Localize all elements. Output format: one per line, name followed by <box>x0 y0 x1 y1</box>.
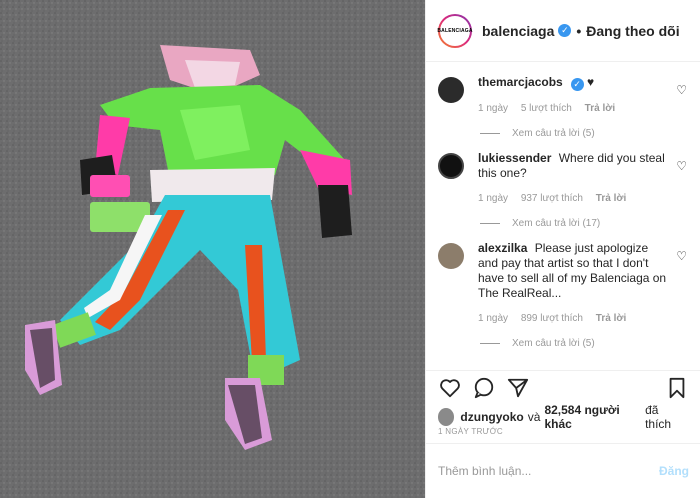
divider-line <box>480 223 500 224</box>
liker-username[interactable]: dzungyoko <box>460 410 523 424</box>
commenter-avatar[interactable] <box>438 153 464 179</box>
post-date[interactable]: 1 NGÀY TRƯỚC <box>438 427 503 436</box>
comment-like-icon[interactable]: ♡ <box>676 249 687 263</box>
divider-line <box>480 343 500 344</box>
reply-button[interactable]: Trả lời <box>596 193 626 204</box>
comment-icon[interactable] <box>472 376 496 400</box>
view-replies-label: Xem câu trả lời (5) <box>512 128 595 139</box>
likes-suffix: đã thích <box>645 403 672 431</box>
bookmark-icon[interactable] <box>665 376 689 400</box>
likes-conjunction: và <box>527 410 541 424</box>
comment-meta: 1 ngày 937 lượt thích Trả lời <box>478 191 667 206</box>
liker-avatar[interactable] <box>438 408 455 426</box>
comment-time[interactable]: 1 ngày <box>478 103 508 114</box>
reply-button[interactable]: Trả lời <box>585 103 615 114</box>
share-icon[interactable] <box>506 376 530 400</box>
comment-likes[interactable]: 937 lượt thích <box>521 193 583 204</box>
comment-like-icon[interactable]: ♡ <box>676 159 687 173</box>
comment-likes[interactable]: 5 lượt thích <box>521 103 572 114</box>
view-replies-label: Xem câu trả lời (5) <box>512 338 595 349</box>
outfit-illustration <box>0 0 425 498</box>
header-separator: • <box>576 22 582 39</box>
view-replies-button[interactable]: Xem câu trả lời (5) <box>480 338 689 349</box>
reply-button[interactable]: Trả lời <box>596 313 626 324</box>
comment-like-icon[interactable]: ♡ <box>676 83 687 97</box>
comment-time[interactable]: 1 ngày <box>478 313 508 324</box>
comment-item: alexzilka Please just apologize and pay … <box>438 241 689 326</box>
divider-line <box>480 133 500 134</box>
post-header: BALENCIAGA balenciaga ✓ • Đang theo dõi <box>426 0 700 62</box>
verified-badge-icon: ✓ <box>570 78 584 91</box>
verified-badge-icon: ✓ <box>558 24 572 37</box>
post-side-panel: BALENCIAGA balenciaga ✓ • Đang theo dõi … <box>425 0 700 498</box>
author-username[interactable]: balenciaga <box>482 23 554 39</box>
post-comment-button[interactable]: Đăng <box>659 464 689 478</box>
comment-item: themarcjacobs ✓ ♥ 1 ngày 5 lượt thích Trả… <box>438 75 689 116</box>
follow-status-button[interactable]: Đang theo dõi <box>586 23 679 39</box>
comment-time[interactable]: 1 ngày <box>478 193 508 204</box>
author-avatar[interactable]: BALENCIAGA <box>437 13 472 48</box>
view-replies-button[interactable]: Xem câu trả lời (17) <box>480 218 689 229</box>
comment-meta: 1 ngày 899 lượt thích Trả lời <box>478 311 667 326</box>
view-replies-button[interactable]: Xem câu trả lời (5) <box>480 128 689 139</box>
post-actions-bar <box>426 370 700 400</box>
commenter-avatar[interactable] <box>438 243 464 269</box>
comment-input[interactable] <box>438 464 659 478</box>
likes-count-button[interactable]: 82,584 người khác <box>544 403 641 431</box>
comment-text: ♥ <box>587 75 595 89</box>
view-replies-label: Xem câu trả lời (17) <box>512 218 601 229</box>
commenter-avatar[interactable] <box>438 77 464 103</box>
comment-meta: 1 ngày 5 lượt thích Trả lời <box>478 101 667 116</box>
comment-username[interactable]: lukiessender <box>478 151 551 165</box>
add-comment-form: Đăng <box>426 443 700 498</box>
author-avatar-label: BALENCIAGA <box>437 15 472 46</box>
comment-likes[interactable]: 899 lượt thích <box>521 313 583 324</box>
heart-icon[interactable] <box>438 376 462 400</box>
comment-item: lukiessender Where did you steal this on… <box>438 151 689 206</box>
comment-username[interactable]: alexzilka <box>478 241 527 255</box>
comments-list[interactable]: themarcjacobs ✓ ♥ 1 ngày 5 lượt thích Trả… <box>426 63 700 368</box>
comment-username[interactable]: themarcjacobs <box>478 75 563 89</box>
post-image[interactable] <box>0 0 425 498</box>
